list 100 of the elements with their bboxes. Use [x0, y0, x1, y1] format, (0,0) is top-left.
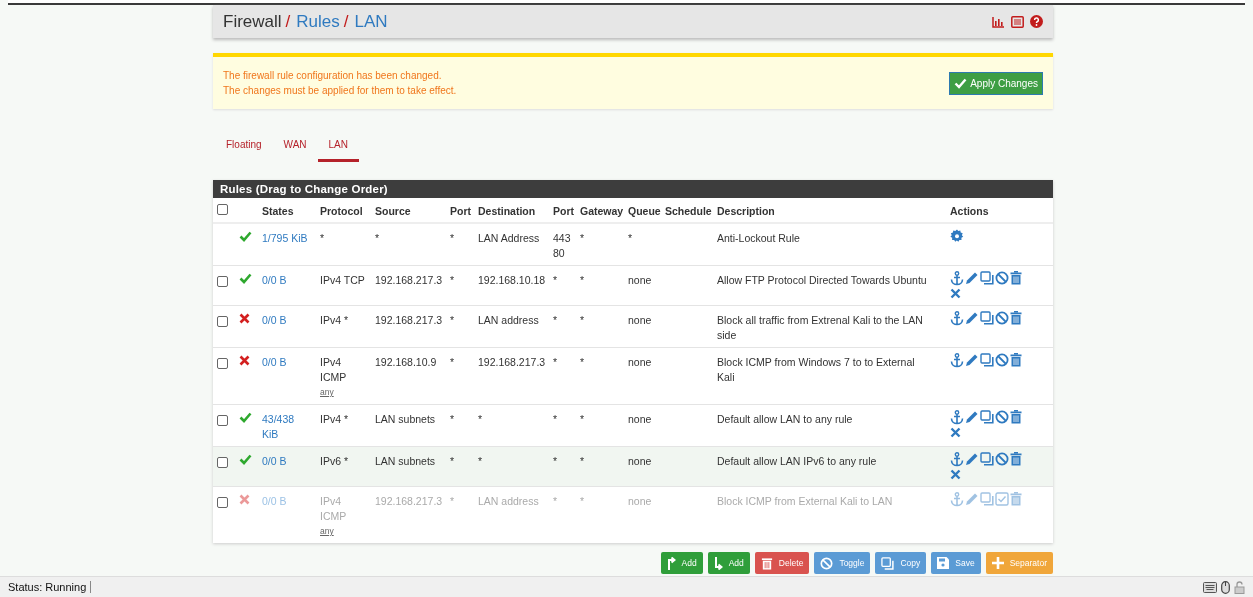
toolbar-button[interactable]: Add: [707, 552, 750, 574]
ban-icon[interactable]: [995, 271, 1009, 285]
ban-icon[interactable]: [995, 353, 1009, 367]
states-link[interactable]: 1/795 KiB: [262, 231, 312, 246]
table-cell-text: 80: [553, 246, 566, 261]
column-header: Port: [450, 204, 471, 217]
column-header: States: [262, 204, 294, 217]
trash-icon[interactable]: [1010, 353, 1022, 367]
table-cell: *: [580, 495, 585, 507]
column-header: Destination: [478, 204, 536, 217]
list-icon[interactable]: [1011, 15, 1024, 28]
toolbar-button[interactable]: Copy: [875, 552, 927, 574]
select-all-checkbox[interactable]: [217, 204, 228, 215]
help-icon[interactable]: [1030, 15, 1043, 28]
table-cell: 192.168.217.3: [375, 274, 443, 286]
table-cell: *: [450, 232, 455, 244]
close-icon[interactable]: [950, 469, 961, 480]
lock-icon: [1234, 580, 1245, 594]
row-checkbox[interactable]: [217, 316, 228, 327]
table-cell-text: 443: [553, 231, 572, 246]
column-header: Actions: [950, 204, 989, 217]
table-cell-text: *: [553, 355, 559, 370]
chart-icon[interactable]: [992, 15, 1005, 28]
trash-icon[interactable]: [1010, 452, 1022, 466]
table-cell-text: IPv4 *: [320, 313, 349, 328]
table-cell: none: [628, 413, 652, 425]
anchor-icon[interactable]: [950, 452, 964, 467]
ban-icon: [820, 556, 834, 570]
trash-icon[interactable]: [1010, 271, 1022, 285]
copy-icon[interactable]: [980, 410, 994, 424]
pencil-icon[interactable]: [965, 353, 979, 367]
table-cell-text: Allow FTP Protocol Directed Towards Ubuntu: [717, 273, 928, 288]
row-checkbox[interactable]: [217, 457, 228, 468]
table-cell: *: [450, 314, 455, 326]
table-cell: LAN address: [478, 495, 539, 507]
table-cell-text: Default allow LAN IPv6 to any rule: [717, 454, 878, 469]
table-cell-text: IPv4 ICMP: [320, 355, 348, 385]
table-cell: none: [628, 314, 652, 326]
table-cell: LAN subnets: [375, 413, 436, 425]
close-icon[interactable]: [950, 427, 961, 438]
table-cell: *: [628, 232, 633, 244]
panel-title: Rules (Drag to Change Order): [213, 180, 1053, 198]
copy-icon[interactable]: [980, 353, 994, 367]
tab[interactable]: Floating: [215, 133, 273, 162]
pencil-icon[interactable]: [965, 271, 979, 285]
plus-icon: [991, 557, 1004, 569]
table-cell-text: IPv4 *: [320, 412, 349, 427]
breadcrumb-item[interactable]: LAN: [354, 11, 388, 32]
table-cell: 192.168.217.3: [478, 356, 546, 368]
table-cell: LAN subnets: [375, 455, 436, 467]
table-cell: *: [580, 455, 585, 467]
toolbar-button[interactable]: Save: [931, 552, 981, 574]
breadcrumb-item[interactable]: Rules: [296, 11, 340, 32]
table-cell: *: [450, 495, 455, 507]
table-cell-text: Block ICMP from External Kali to LAN: [717, 494, 894, 509]
toolbar-button[interactable]: Toggle: [814, 552, 871, 574]
row-checkbox[interactable]: [217, 415, 228, 426]
states-link[interactable]: 43/438 KiB: [262, 412, 312, 442]
ban-icon[interactable]: [995, 410, 1009, 424]
keyboard-icon: [1203, 581, 1217, 593]
table-cell: *: [580, 232, 585, 244]
table-cell: *: [450, 274, 455, 286]
states-link[interactable]: 0/0 B: [262, 313, 312, 328]
pencil-icon[interactable]: [965, 452, 979, 466]
trash-icon[interactable]: [1010, 410, 1022, 424]
icmp-type-link[interactable]: any: [320, 385, 371, 400]
toolbar-button[interactable]: Add: [660, 552, 703, 574]
table-cell-text: IPv6 *: [320, 454, 349, 469]
anchor-icon[interactable]: [950, 353, 964, 368]
pencil-icon[interactable]: [965, 410, 979, 424]
anchor-icon[interactable]: [950, 410, 964, 425]
copy-icon[interactable]: [980, 452, 994, 466]
tab[interactable]: WAN: [272, 133, 318, 162]
table-cell: 192.168.217.3: [375, 314, 443, 326]
states-link[interactable]: 0/0 B: [262, 355, 312, 370]
table-cell-text: *: [553, 494, 559, 509]
mouse-icon: [1221, 580, 1230, 594]
apply-changes-button[interactable]: Apply Changes: [949, 71, 1043, 95]
anchor-icon[interactable]: [950, 311, 964, 326]
copy-icon[interactable]: [980, 311, 994, 325]
settings-icon[interactable]: [950, 229, 964, 243]
anchor-icon[interactable]: [950, 271, 964, 286]
close-icon[interactable]: [950, 288, 961, 299]
tab[interactable]: LAN: [317, 133, 359, 162]
trash-icon[interactable]: [1010, 311, 1022, 325]
toolbar-button[interactable]: Delete: [754, 552, 810, 574]
row-checkbox[interactable]: [217, 276, 228, 287]
ban-icon[interactable]: [995, 311, 1009, 325]
copy-icon[interactable]: [980, 271, 994, 285]
ban-icon[interactable]: [995, 452, 1009, 466]
states-link[interactable]: 0/0 B: [262, 273, 312, 288]
pencil-icon[interactable]: [965, 311, 979, 325]
table-cell: none: [628, 455, 652, 467]
arrow-up-icon: [666, 556, 676, 570]
trash-icon: [760, 556, 773, 570]
table-cell-text: *: [553, 454, 559, 469]
row-checkbox[interactable]: [217, 358, 228, 369]
alert-message: The firewall rule configuration has been changed.: [223, 69, 443, 83]
table-cell: none: [628, 356, 652, 368]
table-cell-text: *: [553, 273, 559, 288]
